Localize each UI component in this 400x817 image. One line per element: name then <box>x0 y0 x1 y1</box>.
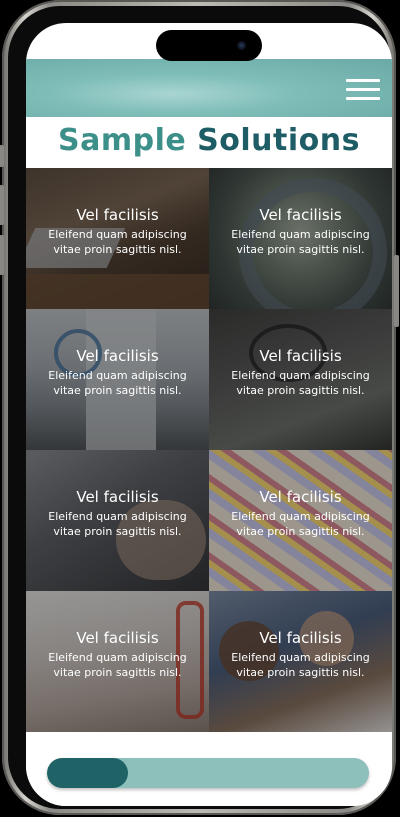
solution-tile[interactable]: Vel facilisis Eleifend quam adipiscing v… <box>209 591 392 732</box>
tile-text: Eleifend quam adipiscing vitae proin sag… <box>231 651 370 679</box>
tile-title: Vel facilisis <box>76 347 159 365</box>
tile-text: Eleifend quam adipiscing vitae proin sag… <box>231 510 370 538</box>
tile-title: Vel facilisis <box>259 206 342 224</box>
screen: Sample Solutions Vel facilisis Eleifend … <box>26 23 392 806</box>
tile-text: Eleifend quam adipiscing vitae proin sag… <box>48 510 187 538</box>
volume-up-button <box>0 185 4 225</box>
tile-title: Vel facilisis <box>259 347 342 365</box>
scroll-progress-fill <box>47 758 128 788</box>
solutions-grid: Vel facilisis Eleifend quam adipiscing v… <box>26 168 392 732</box>
tile-title: Vel facilisis <box>76 629 159 647</box>
solution-tile[interactable]: Vel facilisis Eleifend quam adipiscing v… <box>209 309 392 450</box>
tile-title: Vel facilisis <box>76 206 159 224</box>
header-bar <box>26 59 392 117</box>
dynamic-island <box>156 30 262 61</box>
tile-text: Eleifend quam adipiscing vitae proin sag… <box>48 651 187 679</box>
side-button <box>0 145 4 167</box>
tile-title: Vel facilisis <box>259 488 342 506</box>
solution-tile[interactable]: Vel facilisis Eleifend quam adipiscing v… <box>209 168 392 309</box>
solution-tile[interactable]: Vel facilisis Eleifend quam adipiscing v… <box>209 450 392 591</box>
tile-text: Eleifend quam adipiscing vitae proin sag… <box>231 228 370 256</box>
page-title: Sample Solutions <box>26 121 392 161</box>
solution-tile[interactable]: Vel facilisis Eleifend quam adipiscing v… <box>26 591 209 732</box>
volume-down-button <box>0 235 4 275</box>
bottom-area <box>26 732 392 806</box>
solution-tile[interactable]: Vel facilisis Eleifend quam adipiscing v… <box>26 309 209 450</box>
tile-text: Eleifend quam adipiscing vitae proin sag… <box>231 369 370 397</box>
solution-tile[interactable]: Vel facilisis Eleifend quam adipiscing v… <box>26 168 209 309</box>
power-button <box>394 255 399 327</box>
phone-frame: Sample Solutions Vel facilisis Eleifend … <box>0 0 399 815</box>
hamburger-menu-icon[interactable] <box>346 79 380 101</box>
tile-title: Vel facilisis <box>76 488 159 506</box>
title-word-1: Sample <box>58 123 187 158</box>
solution-tile[interactable]: Vel facilisis Eleifend quam adipiscing v… <box>26 450 209 591</box>
tile-title: Vel facilisis <box>259 629 342 647</box>
title-word-2: Solutions <box>197 123 360 158</box>
scroll-progress-bar[interactable] <box>47 758 369 788</box>
camera-lens-icon <box>237 41 246 50</box>
phone-bezel: Sample Solutions Vel facilisis Eleifend … <box>8 6 392 809</box>
tile-text: Eleifend quam adipiscing vitae proin sag… <box>48 228 187 256</box>
tile-text: Eleifend quam adipiscing vitae proin sag… <box>48 369 187 397</box>
title-band: Sample Solutions <box>26 117 392 165</box>
